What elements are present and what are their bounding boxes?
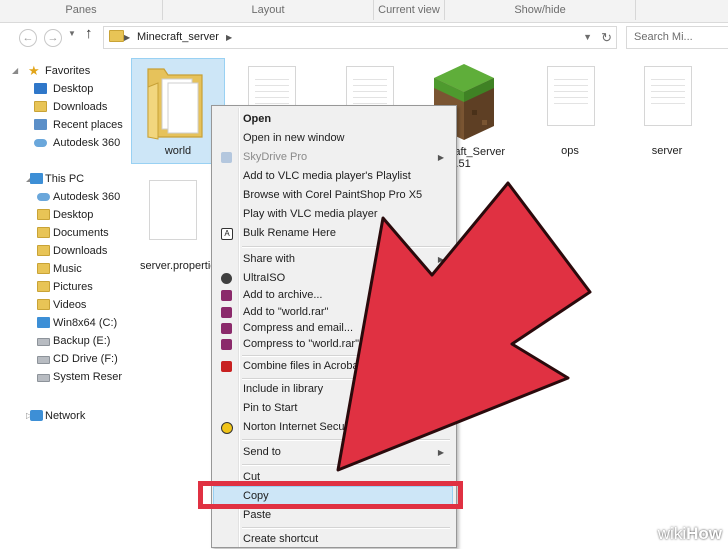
watermark-prefix: wiki (657, 524, 687, 543)
copy-highlight-box (198, 481, 463, 509)
watermark-suffix: How (686, 524, 722, 543)
red-arrow-icon (336, 181, 592, 472)
watermark: wikiHow (652, 522, 728, 546)
annotation-arrow (336, 181, 592, 472)
